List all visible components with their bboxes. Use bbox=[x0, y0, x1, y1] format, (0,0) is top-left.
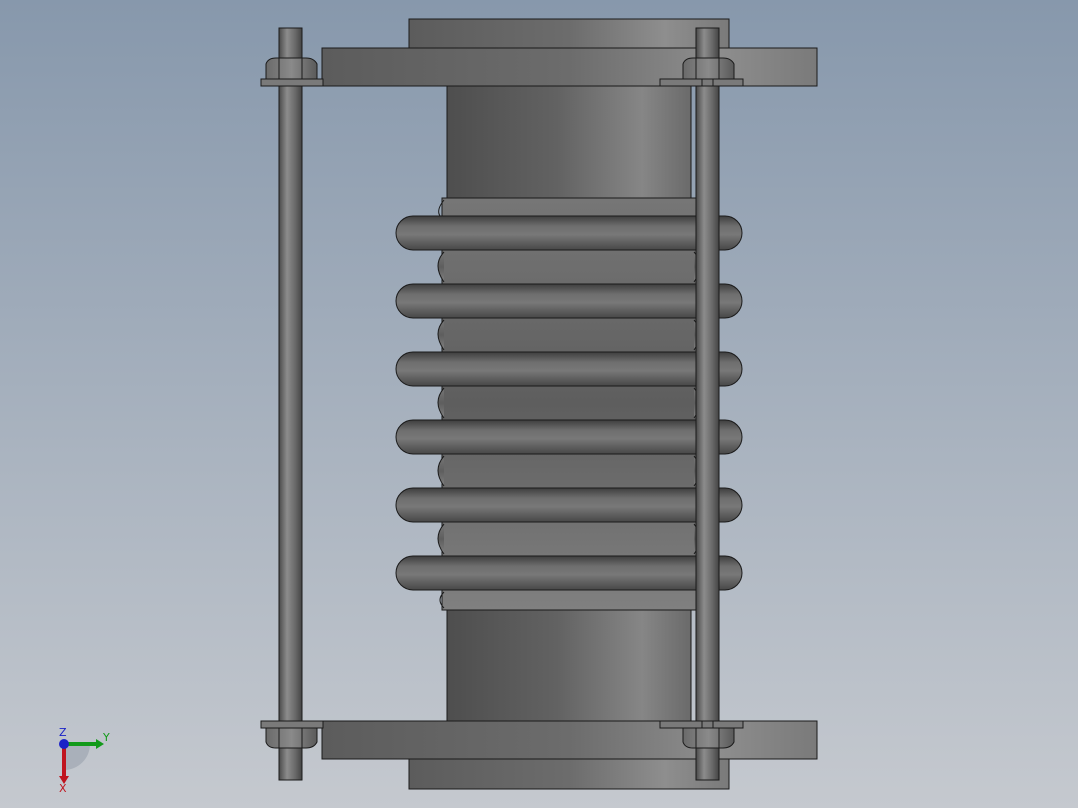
top-right-nut[interactable] bbox=[682, 57, 735, 80]
bellows-convolution[interactable] bbox=[395, 351, 743, 387]
bottom-left-washer[interactable] bbox=[260, 720, 324, 729]
orientation-triad[interactable]: Y X Z bbox=[40, 724, 130, 794]
bottom-pipe-stub[interactable] bbox=[408, 758, 730, 790]
bellows-convolution[interactable] bbox=[395, 419, 743, 455]
graphics-viewport[interactable]: Y X Z bbox=[0, 0, 1078, 808]
upper-sleeve[interactable] bbox=[446, 85, 692, 201]
bellows-convolution[interactable] bbox=[395, 283, 743, 319]
bellows-convolution[interactable] bbox=[395, 487, 743, 523]
bellows-convolution[interactable] bbox=[395, 215, 743, 251]
bellows-convolution[interactable] bbox=[395, 555, 743, 591]
bellows-core[interactable] bbox=[441, 197, 697, 611]
z-axis-dot bbox=[59, 739, 69, 749]
top-pipe-stub[interactable] bbox=[408, 18, 730, 50]
x-axis-label: X bbox=[59, 782, 67, 794]
left-tie-rod[interactable] bbox=[278, 27, 303, 781]
triad-plane-shading bbox=[64, 744, 90, 770]
bottom-left-nut[interactable] bbox=[265, 727, 318, 749]
right-tie-rod[interactable] bbox=[695, 27, 720, 781]
top-left-washer[interactable] bbox=[260, 78, 324, 87]
model-view[interactable] bbox=[0, 0, 1078, 808]
bottom-right-nut[interactable] bbox=[682, 727, 735, 749]
top-left-nut[interactable] bbox=[265, 57, 318, 80]
y-axis-label: Y bbox=[102, 731, 110, 744]
lower-sleeve[interactable] bbox=[446, 607, 692, 722]
z-axis-label: Z bbox=[59, 726, 67, 739]
